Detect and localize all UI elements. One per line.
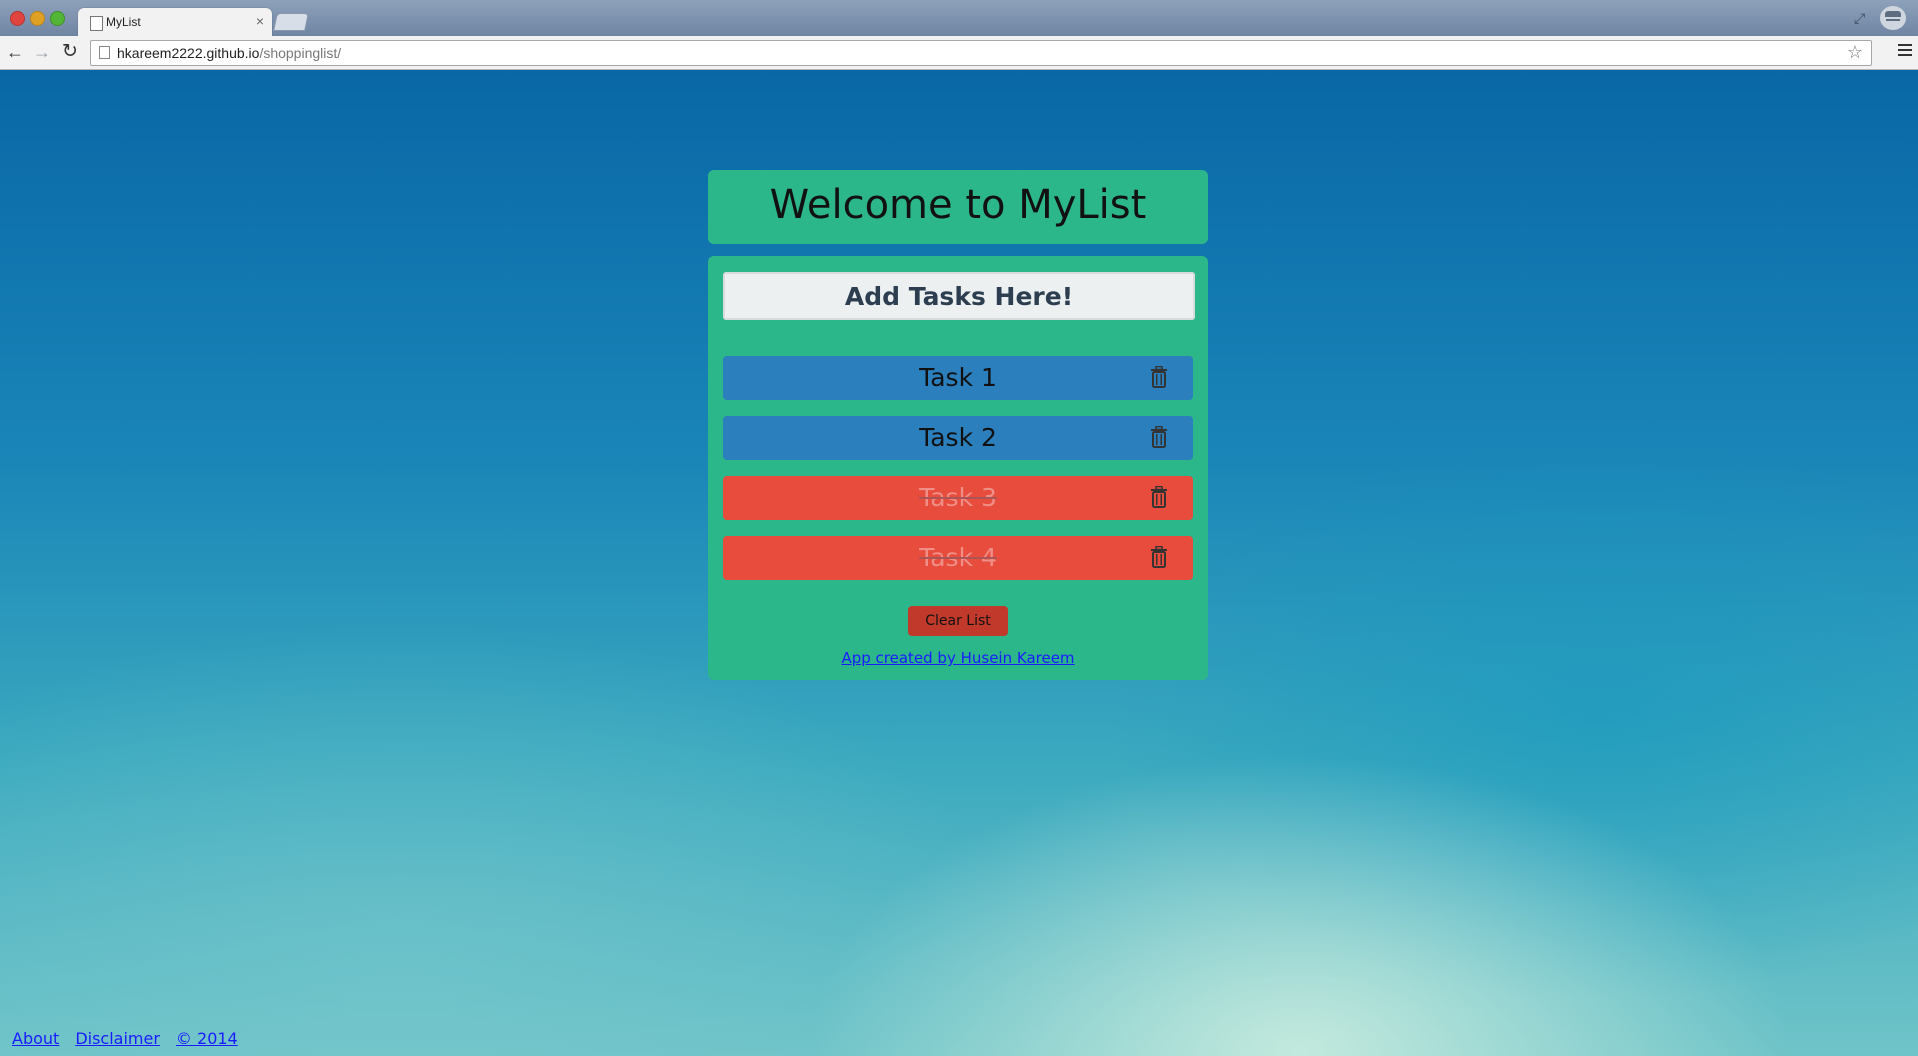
task-item[interactable]: Task 4 xyxy=(723,536,1193,580)
tab-close-icon[interactable]: × xyxy=(256,13,264,29)
task-label: Task 4 xyxy=(919,543,997,572)
task-item[interactable]: Task 1 xyxy=(723,356,1193,400)
about-link[interactable]: About xyxy=(12,1029,59,1048)
page-favicon-icon xyxy=(90,16,103,31)
page-title: Welcome to MyList xyxy=(769,182,1147,228)
url-text[interactable]: hkareem2222.github.io/shoppinglist/ xyxy=(117,45,341,61)
browser-tabstrip: MyList × ⤢ xyxy=(0,0,1918,36)
trash-icon[interactable] xyxy=(1150,486,1168,508)
header-card: Welcome to MyList xyxy=(708,170,1208,244)
bookmark-star-icon[interactable]: ☆ xyxy=(1847,42,1863,63)
page-icon xyxy=(99,46,110,59)
forward-arrow-icon[interactable]: → xyxy=(31,41,53,63)
task-item[interactable]: Task 3 xyxy=(723,476,1193,520)
task-list: Task 1 Task 2 Task 3 Task 4 xyxy=(723,356,1193,596)
trash-icon[interactable] xyxy=(1150,366,1168,388)
reload-icon[interactable]: ↻ xyxy=(59,41,81,63)
task-label: Task 1 xyxy=(919,363,997,392)
back-arrow-icon[interactable]: ← xyxy=(4,41,26,63)
footer-links: About Disclaimer © 2014 xyxy=(12,1029,238,1048)
incognito-icon xyxy=(1880,6,1906,30)
disclaimer-link[interactable]: Disclaimer xyxy=(75,1029,160,1048)
fullscreen-icon[interactable]: ⤢ xyxy=(1854,11,1868,25)
task-item[interactable]: Task 2 xyxy=(723,416,1193,460)
zoom-window-button[interactable] xyxy=(50,11,65,26)
page-background: Welcome to MyList Task 1 Task 2 Task 3 T… xyxy=(0,70,1918,1056)
close-window-button[interactable] xyxy=(10,11,25,26)
menu-icon[interactable] xyxy=(1898,44,1912,59)
clear-list-button[interactable]: Clear List xyxy=(908,606,1008,636)
copyright-link[interactable]: © 2014 xyxy=(176,1029,238,1048)
minimize-window-button[interactable] xyxy=(30,11,45,26)
address-bar[interactable]: hkareem2222.github.io/shoppinglist/ ☆ xyxy=(90,40,1872,66)
url-host: hkareem2222.github.io xyxy=(117,45,260,61)
new-tab-button[interactable] xyxy=(273,13,309,31)
add-task-input[interactable] xyxy=(723,272,1195,320)
trash-icon[interactable] xyxy=(1150,546,1168,568)
task-label: Task 3 xyxy=(919,483,997,512)
task-card: Task 1 Task 2 Task 3 Task 4 Clear List A… xyxy=(708,256,1208,680)
tab-title: MyList xyxy=(106,15,141,29)
browser-tab[interactable]: MyList × xyxy=(78,8,272,36)
task-label: Task 2 xyxy=(919,423,997,452)
browser-toolbar: ← → ↻ hkareem2222.github.io/shoppinglist… xyxy=(0,36,1918,70)
url-path: /shoppinglist/ xyxy=(259,45,342,61)
author-credit-link[interactable]: App created by Husein Kareem xyxy=(708,649,1208,667)
trash-icon[interactable] xyxy=(1150,426,1168,448)
